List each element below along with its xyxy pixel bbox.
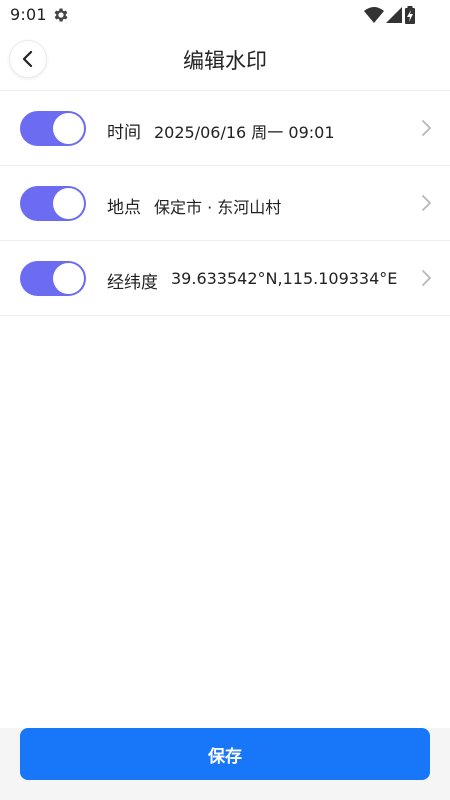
toggle-knob xyxy=(53,263,84,294)
location-value: 保定市 · 东河山村 xyxy=(154,198,282,217)
watermark-settings-list: 时间 2025/06/16 周一 09:01 地点 保定市 · 东河山村 经纬度… xyxy=(0,90,450,316)
coordinates-toggle[interactable] xyxy=(20,261,86,296)
status-time: 9:01 xyxy=(10,5,47,24)
chevron-right-icon[interactable] xyxy=(420,194,432,212)
location-label: 地点 xyxy=(107,198,141,218)
row-location[interactable]: 地点 保定市 · 东河山村 xyxy=(0,166,450,241)
settings-gear-icon xyxy=(54,8,68,22)
header: 编辑水印 xyxy=(0,30,450,90)
time-value: 2025/06/16 周一 09:01 xyxy=(154,123,335,142)
battery-charging-icon xyxy=(405,6,415,24)
wifi-icon xyxy=(364,7,384,23)
row-coordinates[interactable]: 经纬度 39.633542°N,115.109334°E xyxy=(0,241,450,316)
time-toggle[interactable] xyxy=(20,111,86,146)
time-label: 时间 xyxy=(107,123,141,143)
coordinates-label: 经纬度 xyxy=(107,273,158,293)
chevron-right-icon[interactable] xyxy=(420,269,432,287)
status-bar: 9:01 xyxy=(0,0,450,30)
row-time[interactable]: 时间 2025/06/16 周一 09:01 xyxy=(0,91,450,166)
coordinates-value: 39.633542°N,115.109334°E xyxy=(171,269,398,288)
save-button[interactable]: 保存 xyxy=(20,728,430,780)
bottom-bar: 保存 xyxy=(0,728,450,800)
chevron-right-icon[interactable] xyxy=(420,119,432,137)
cell-signal-icon xyxy=(386,7,402,23)
status-icons xyxy=(364,6,416,24)
toggle-knob xyxy=(53,113,84,144)
toggle-knob xyxy=(53,188,84,219)
location-toggle[interactable] xyxy=(20,186,86,221)
page-title: 编辑水印 xyxy=(183,49,267,73)
